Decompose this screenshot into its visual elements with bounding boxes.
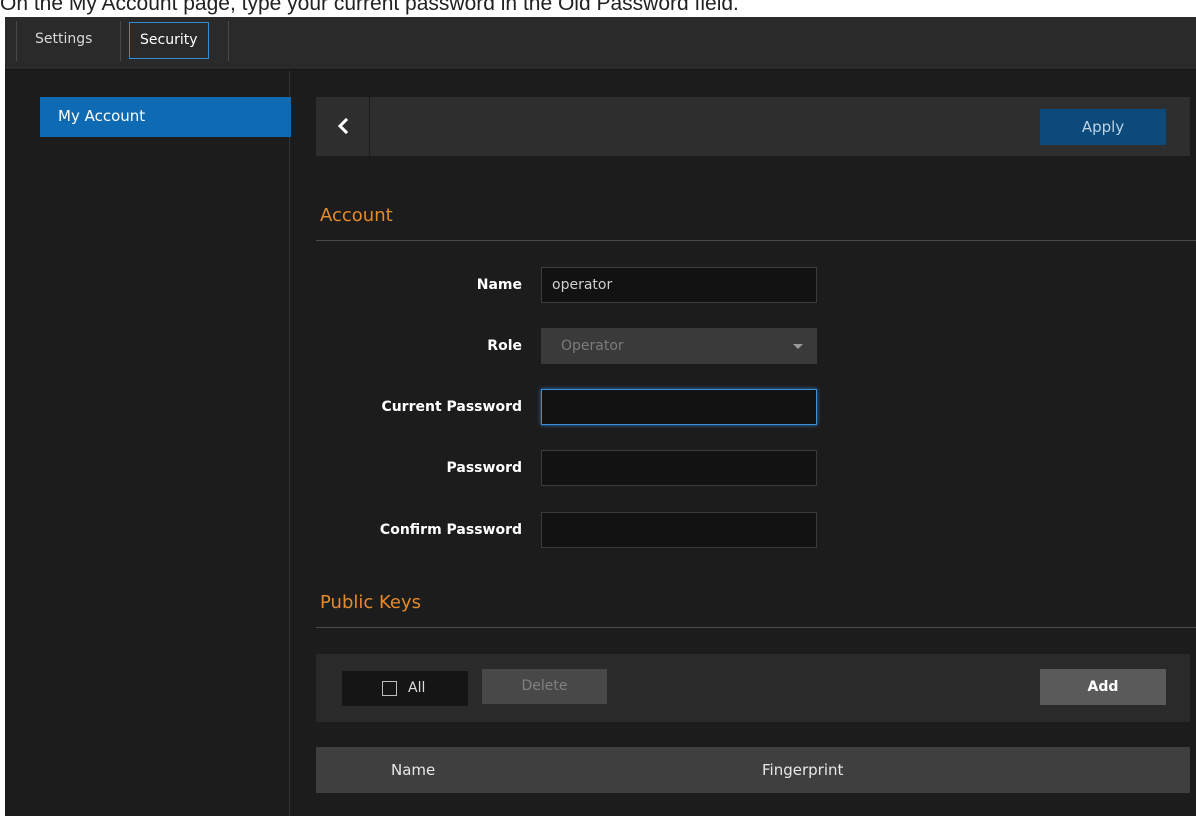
apply-button[interactable]: Apply [1040, 109, 1166, 145]
confirm-password-field[interactable] [541, 512, 817, 548]
role-select[interactable]: Operator [541, 328, 817, 364]
password-field[interactable] [541, 450, 817, 486]
public-keys-section-title: Public Keys [320, 592, 422, 613]
top-tab-bar: Settings Security [5, 17, 1196, 70]
column-header-name[interactable]: Name [391, 747, 435, 793]
password-row: Password [316, 450, 1196, 486]
add-button[interactable]: Add [1040, 669, 1166, 705]
tab-security[interactable]: Security [129, 22, 209, 59]
app-window: Settings Security My Account Apply Accou… [5, 17, 1196, 816]
instruction-caption: On the My Account page, type your curren… [0, 0, 739, 15]
name-row: Name [316, 267, 1196, 303]
tab-divider [228, 21, 229, 61]
account-section-title: Account [320, 205, 393, 226]
sidebar: My Account [5, 71, 291, 816]
role-row: Role Operator [316, 328, 1196, 364]
confirm-password-row: Confirm Password [316, 512, 1196, 548]
public-keys-table-header: Name Fingerprint [316, 747, 1190, 793]
section-divider [316, 240, 1196, 241]
role-label: Role [487, 338, 522, 354]
public-keys-toolbar: All Delete Add [316, 654, 1190, 722]
current-password-label: Current Password [381, 399, 522, 415]
sidebar-item-my-account[interactable]: My Account [40, 97, 291, 137]
chevron-left-icon [337, 117, 348, 135]
password-label: Password [446, 460, 522, 476]
select-all-checkbox[interactable] [382, 681, 397, 696]
column-header-fingerprint[interactable]: Fingerprint [762, 747, 843, 793]
current-password-row: Current Password [316, 389, 1196, 425]
role-select-value: Operator [561, 338, 624, 354]
confirm-password-label: Confirm Password [379, 522, 522, 538]
form-toolbar: Apply [316, 97, 1190, 156]
name-field[interactable] [541, 267, 817, 303]
select-all-label: All [408, 680, 426, 696]
delete-button[interactable]: Delete [482, 669, 607, 704]
name-label: Name [476, 277, 522, 293]
back-button[interactable] [316, 97, 370, 156]
current-password-field[interactable] [541, 389, 817, 425]
tab-settings[interactable]: Settings [25, 22, 102, 59]
tab-divider [120, 21, 121, 61]
select-all-toggle[interactable]: All [342, 671, 468, 706]
tab-divider [16, 21, 17, 61]
caret-down-icon [793, 344, 803, 349]
main-panel: Apply Account Name Role Operator Current… [316, 71, 1196, 816]
section-divider [316, 627, 1196, 628]
